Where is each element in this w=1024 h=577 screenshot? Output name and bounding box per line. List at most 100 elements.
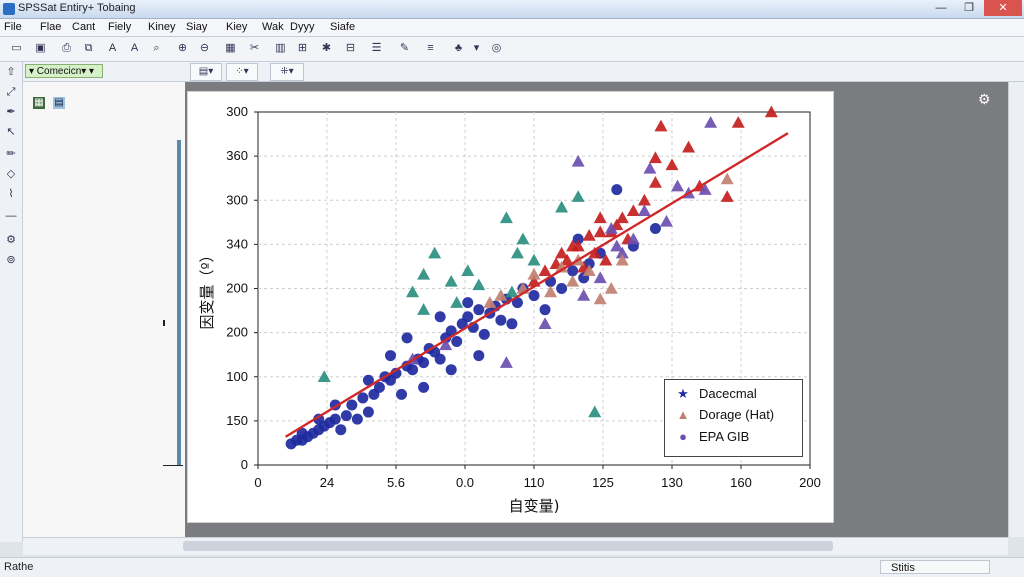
list-icon[interactable]: ☰ xyxy=(368,40,385,57)
scatter-icon[interactable]: ⁘▾ xyxy=(226,63,258,81)
zoom-in-icon[interactable]: ⊕ xyxy=(174,40,191,57)
align-icon[interactable]: ≡ xyxy=(422,40,439,57)
menu-item-dyyy[interactable]: Dyyy xyxy=(290,21,314,33)
y-tick-label: 0 xyxy=(241,457,248,472)
data-point xyxy=(528,290,540,302)
menu-item-flae[interactable]: Flae xyxy=(40,21,61,33)
main-toolbar: ▭ ▣ ⎙ ⧉ A A ⌕ ⊕ ⊖ ▦ ✂ ▥ ⊞ ✱ ⊟ ☰ ✎ ≡ ♣ ▾ … xyxy=(0,37,1024,62)
y-axis-label: 因变量（º） xyxy=(198,247,216,329)
data-point xyxy=(396,388,408,400)
dash-icon[interactable]: — xyxy=(3,208,19,224)
menu-item-kiey[interactable]: Kiey xyxy=(226,21,247,33)
menu-item-wak[interactable]: Wak xyxy=(262,21,284,33)
find-icon[interactable]: ⌕ xyxy=(148,40,165,57)
edit-icon[interactable]: ✎ xyxy=(396,40,413,57)
copy-icon[interactable]: ⧉ xyxy=(80,40,97,57)
cut-icon[interactable]: ✂ xyxy=(246,40,263,57)
open-icon[interactable]: ▭ xyxy=(8,40,25,57)
horizontal-scrollbar[interactable] xyxy=(23,537,1008,555)
data-point xyxy=(462,311,474,323)
data-point xyxy=(418,381,430,393)
legend-label: Dacecmal xyxy=(699,386,757,401)
pointer-icon[interactable]: ⇧ xyxy=(3,64,19,80)
print-icon[interactable]: ⎙ xyxy=(58,40,75,57)
secondary-toolbar: ▾ Comecicn▾ ▾ ▤▾ ⁘▾ ⁜▾ xyxy=(0,62,1024,82)
data-point xyxy=(506,318,518,330)
star-icon: ★ xyxy=(677,386,689,401)
tree-icon[interactable]: ♣ xyxy=(450,40,467,57)
x-tick-label: 24 xyxy=(320,475,334,490)
x-tick-label: 130 xyxy=(661,475,683,490)
status-bar: Rathe Stitis xyxy=(0,557,1024,577)
data-point xyxy=(340,410,352,422)
shape-icon[interactable]: ◇ xyxy=(3,166,19,182)
chart-icon[interactable]: ▦ xyxy=(222,40,239,57)
data-point xyxy=(418,357,430,369)
outline-pane: ▦ ▤ xyxy=(23,82,185,537)
data-point xyxy=(473,304,485,316)
x-tick-label: 160 xyxy=(730,475,752,490)
vertical-scrollbar[interactable] xyxy=(1008,82,1024,537)
data-point xyxy=(434,353,446,365)
chart-legend: ★ Dacecmal ▲ Dorage (Hat) ● EPA GIB xyxy=(664,379,803,457)
data-point xyxy=(351,413,363,425)
brush-icon[interactable]: ⌇ xyxy=(3,186,19,202)
status-panel: Stitis xyxy=(880,560,990,574)
y-tick-label: 150 xyxy=(226,413,248,428)
menu-item-siafe[interactable]: Siafe xyxy=(330,21,355,33)
text-icon[interactable]: A xyxy=(104,40,121,57)
grid-icon[interactable]: ⊟ xyxy=(342,40,359,57)
layout-icon[interactable]: ▤▾ xyxy=(190,63,222,81)
scatter-chart-panel[interactable]: 0 24 5.6 0.0 110 125 130 160 200 0 150 100 200 200 340… xyxy=(187,91,834,523)
y-tick-label: 360 xyxy=(226,148,248,163)
triangle-icon: ▲ xyxy=(676,407,690,422)
data-point xyxy=(539,304,551,316)
y-tick-label: 200 xyxy=(226,325,248,340)
settings-icon[interactable]: ✱ xyxy=(318,40,335,57)
data-point xyxy=(556,283,568,294)
transform-icon[interactable]: ⁜▾ xyxy=(270,63,304,81)
document-icon[interactable]: ▤ xyxy=(53,97,65,109)
menu-item-cant[interactable]: Cant xyxy=(72,21,95,33)
data-point xyxy=(478,328,490,340)
menu-item-file[interactable]: File xyxy=(4,21,22,33)
table-icon[interactable]: ⊞ xyxy=(294,40,311,57)
save-icon[interactable]: ▣ xyxy=(32,40,49,57)
circle-icon: ● xyxy=(679,429,687,444)
maximize-button[interactable]: ❐ xyxy=(956,0,982,16)
outline-divider xyxy=(177,140,181,465)
minimize-button[interactable]: — xyxy=(928,0,954,16)
data-point xyxy=(451,335,463,347)
y-tick-label: 100 xyxy=(226,369,248,384)
close-button[interactable]: ✕ xyxy=(984,0,1022,16)
layers-icon[interactable]: ⊚ xyxy=(3,252,19,268)
outline-marker xyxy=(163,320,165,326)
title-bar: SPSSat Entiry+ Tobaing — ❐ ✕ xyxy=(0,0,1024,19)
font-icon[interactable]: A xyxy=(126,40,143,57)
zoom-out-icon[interactable]: ⊖ xyxy=(196,40,213,57)
y-tick-label: 300 xyxy=(226,104,248,119)
legend-entry: ▲ Dorage (Hat) xyxy=(673,407,775,425)
scroll-thumb[interactable] xyxy=(183,541,833,551)
bar-chart-icon[interactable]: ▥ xyxy=(272,40,289,57)
calendar-icon[interactable]: ▦ xyxy=(33,97,45,109)
move-icon[interactable]: ⤢ xyxy=(3,84,19,100)
gear-icon[interactable]: ⚙ xyxy=(978,91,991,108)
menu-item-siay[interactable]: Siay xyxy=(186,21,207,33)
target-icon[interactable]: ◎ xyxy=(488,40,505,57)
app-icon xyxy=(3,3,15,15)
x-tick-label: 125 xyxy=(592,475,614,490)
line-tool-icon[interactable]: ↖ xyxy=(3,124,19,140)
menu-item-fiely[interactable]: Fiely xyxy=(108,21,131,33)
chevron-down-icon[interactable]: ▾ xyxy=(468,40,485,57)
x-tick-label: 200 xyxy=(799,475,821,490)
menu-item-kiney[interactable]: Kiney xyxy=(148,21,176,33)
pen-icon[interactable]: ✒ xyxy=(3,104,19,120)
data-point xyxy=(335,424,347,436)
y-tick-label: 300 xyxy=(226,192,248,207)
data-point xyxy=(407,364,419,376)
variable-select[interactable]: ▾ Comecicn▾ ▾ xyxy=(25,64,103,78)
pencil-icon[interactable]: ✏ xyxy=(3,146,19,162)
gear-tool-icon[interactable]: ⚙ xyxy=(3,232,19,248)
data-point xyxy=(445,364,457,376)
